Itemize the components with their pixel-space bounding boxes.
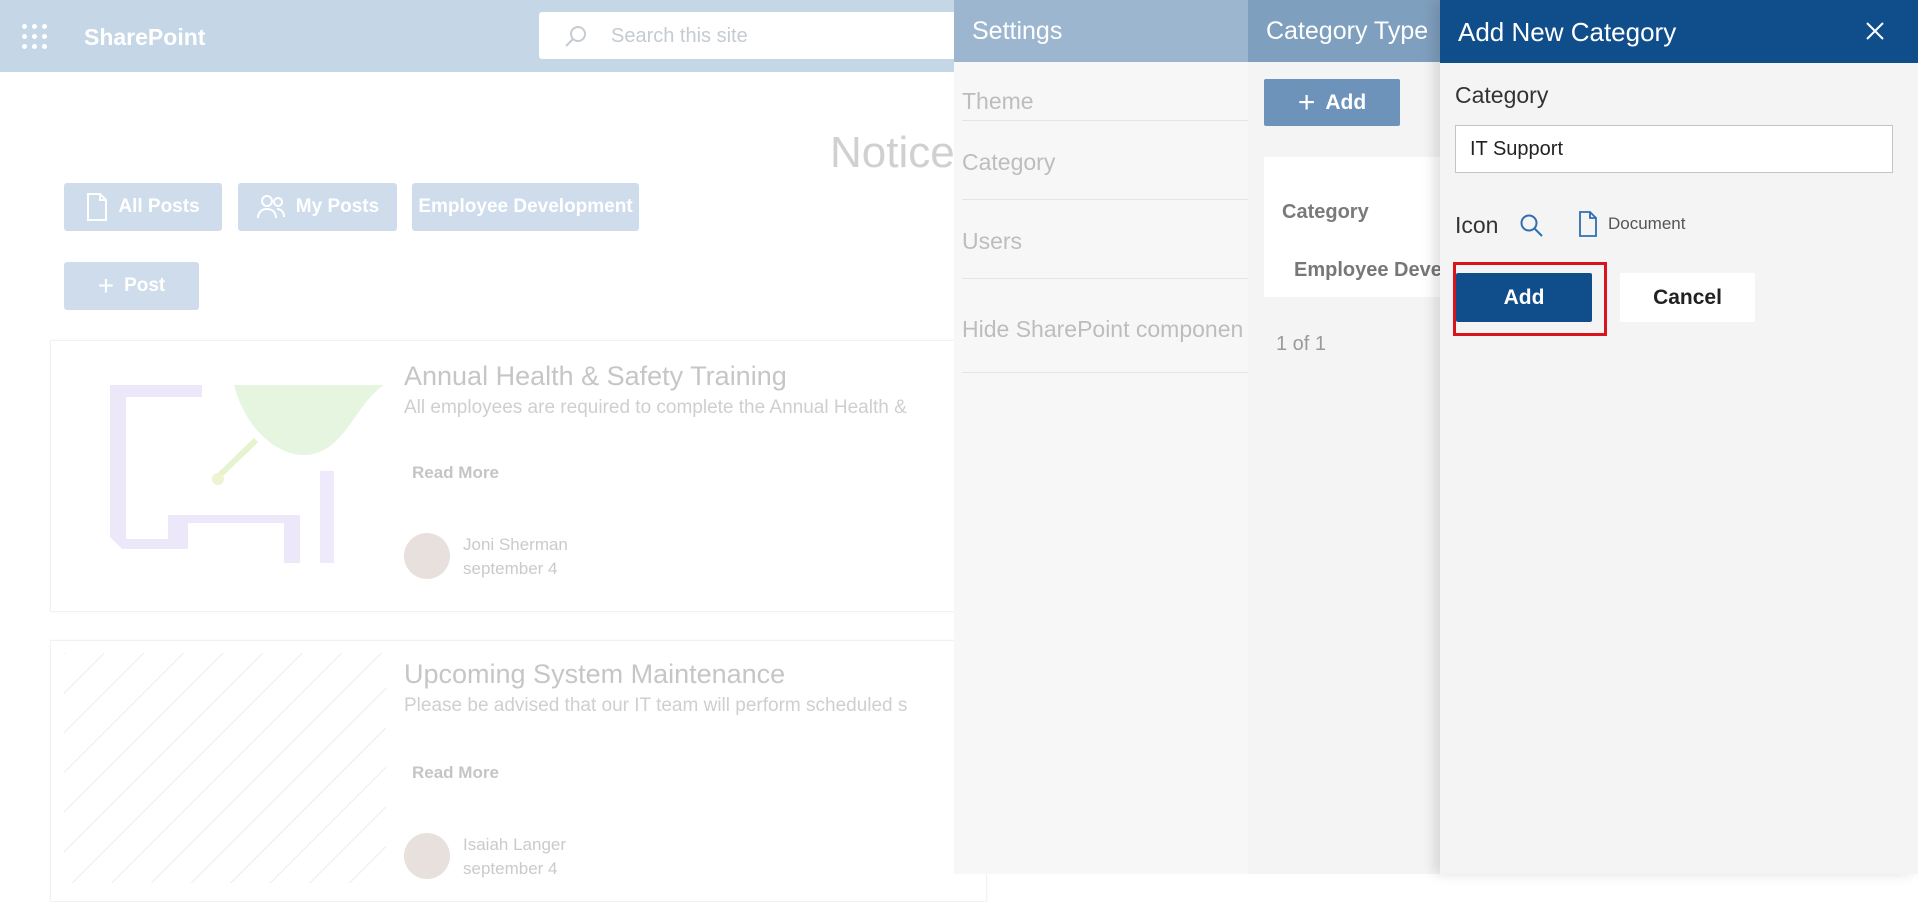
document-icon <box>1579 211 1597 237</box>
post-title[interactable]: Upcoming System Maintenance <box>404 659 785 690</box>
add-category-title: Add New Category <box>1458 17 1677 47</box>
close-icon[interactable] <box>1860 16 1890 46</box>
settings-item-category[interactable]: Category <box>962 149 1055 176</box>
filter-label: My Posts <box>295 196 380 217</box>
post-date: september 4 <box>463 859 558 878</box>
new-post-label: Post <box>124 275 166 296</box>
search-icon[interactable] <box>1518 212 1546 240</box>
avatar <box>404 833 450 879</box>
post-date: september 4 <box>463 559 558 578</box>
cancel-button[interactable]: Cancel <box>1620 273 1755 322</box>
table-row[interactable]: Employee Deve <box>1294 259 1442 282</box>
category-type-panel: Category Type + Add Category Employee De… <box>1248 0 1443 874</box>
page-title: Notice <box>830 128 955 177</box>
category-type-title: Category Type <box>1266 17 1429 45</box>
document-icon <box>87 193 108 221</box>
settings-panel: Settings Theme Category Users Hide Share… <box>954 0 1254 874</box>
divider <box>962 120 1254 121</box>
divider <box>962 372 1254 373</box>
post-title[interactable]: Annual Health & Safety Training <box>404 361 787 392</box>
post-card[interactable]: Annual Health & Safety Training All empl… <box>50 340 987 612</box>
pagination-label: 1 of 1 <box>1276 333 1327 355</box>
settings-item-users[interactable]: Users <box>962 228 1022 255</box>
add-category-type-button[interactable]: + Add <box>1264 79 1400 126</box>
category-field-label: Category <box>1455 82 1549 108</box>
people-icon <box>256 195 285 219</box>
selected-icon-name: Document <box>1608 214 1686 233</box>
app-launcher-icon[interactable] <box>22 24 48 50</box>
add-button[interactable]: Add <box>1456 273 1592 322</box>
divider <box>962 199 1254 200</box>
filter-all-posts[interactable]: All Posts <box>64 183 222 231</box>
post-thumbnail <box>96 385 386 563</box>
plus-icon: + <box>97 270 115 301</box>
add-category-header: Add New Category <box>1440 0 1918 63</box>
icon-field-label: Icon <box>1455 212 1499 238</box>
filter-employee-development[interactable]: Employee Development <box>412 183 639 231</box>
settings-item-theme[interactable]: Theme <box>962 88 1034 115</box>
settings-title: Settings <box>972 17 1063 45</box>
search-placeholder: Search this site <box>611 25 748 47</box>
post-description: All employees are required to complete t… <box>404 397 907 418</box>
post-description: Please be advised that our IT team will … <box>404 695 908 716</box>
settings-header: Settings <box>954 0 1254 62</box>
author-name: Joni Sherman <box>463 535 568 554</box>
read-more-link[interactable]: Read More <box>412 763 499 783</box>
column-header-category[interactable]: Category <box>1282 201 1369 224</box>
category-name-input[interactable] <box>1455 125 1893 173</box>
plus-icon: + <box>1297 85 1316 119</box>
site-search-box[interactable]: Search this site <box>539 12 979 59</box>
filter-label: All Posts <box>118 196 200 217</box>
app-name[interactable]: SharePoint <box>84 24 205 51</box>
search-icon <box>565 26 586 47</box>
post-thumbnail-placeholder <box>64 653 386 883</box>
read-more-link[interactable]: Read More <box>412 463 499 483</box>
category-type-header: Category Type <box>1248 0 1443 62</box>
filter-label: Employee Development <box>418 196 633 217</box>
divider <box>962 278 1254 279</box>
settings-item-hide-components[interactable]: Hide SharePoint componen <box>962 316 1243 343</box>
add-label: Add <box>1325 90 1367 114</box>
author-name: Isaiah Langer <box>463 835 567 854</box>
new-post-button[interactable]: + Post <box>64 262 199 310</box>
add-new-category-panel: Add New Category Category Icon Document … <box>1440 0 1918 874</box>
post-card[interactable]: Upcoming System Maintenance Please be ad… <box>50 640 987 902</box>
selected-icon[interactable]: Document <box>1578 211 1685 237</box>
avatar <box>404 533 450 579</box>
filter-my-posts[interactable]: My Posts <box>238 183 397 231</box>
